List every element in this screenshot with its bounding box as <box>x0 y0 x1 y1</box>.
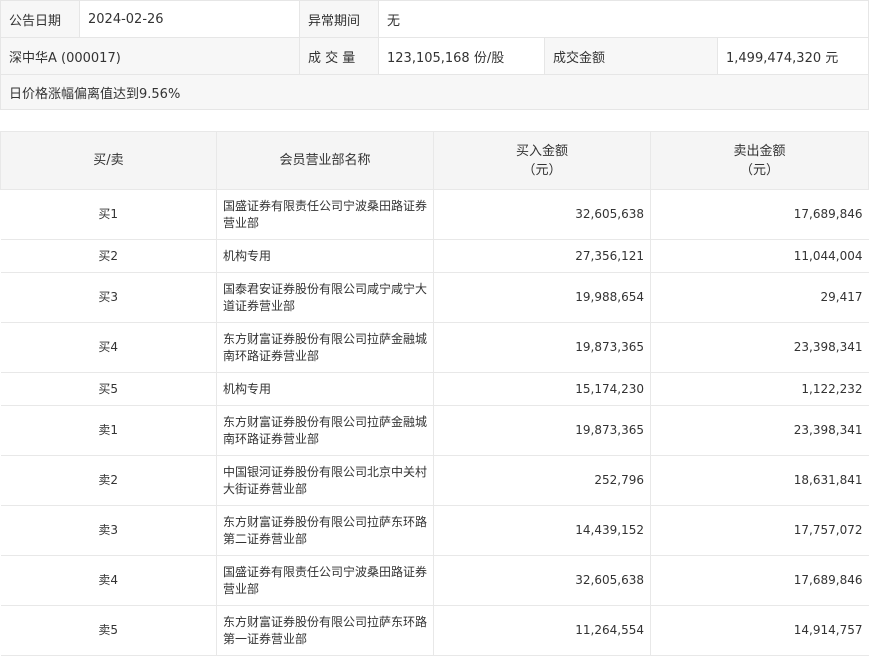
sell-amount-cell: 17,757,072 <box>650 505 869 556</box>
stock-name: 深中华A (000017) <box>0 37 300 75</box>
buy-amount-cell: 32,605,638 <box>433 555 651 606</box>
sell-amount-header-title: 卖出金额 <box>733 143 786 159</box>
broker-cell: 东方财富证券股份有限公司拉萨东环路第二证券营业部 <box>216 505 434 556</box>
page: 公告日期 2024-02-26 异常期间 无 深中华A (000017) 成 交… <box>0 0 869 667</box>
buy-amount-cell: 19,873,365 <box>433 405 651 456</box>
announcement-date-value: 2024-02-26 <box>79 0 300 38</box>
trading-seats-table: 买/卖 会员营业部名称 买入金额 （元） 卖出金额 （元） 买1 国盛证券有限责… <box>0 131 869 656</box>
table-row: 卖1 东方财富证券股份有限公司拉萨金融城南环路证券营业部 19,873,365 … <box>0 405 869 456</box>
table-header-row: 买/卖 会员营业部名称 买入金额 （元） 卖出金额 （元） <box>0 131 869 190</box>
side-cell: 买2 <box>0 239 217 273</box>
sell-amount-cell: 18,631,841 <box>650 455 869 506</box>
table-row: 买1 国盛证券有限责任公司宁波桑田路证券营业部 32,605,638 17,68… <box>0 189 869 240</box>
table-row: 买5 机构专用 15,174,230 1,122,232 <box>0 372 869 406</box>
sell-amount-cell: 14,914,757 <box>650 605 869 656</box>
sell-amount-header: 卖出金额 （元） <box>650 131 869 190</box>
buy-amount-cell: 19,873,365 <box>433 322 651 373</box>
broker-cell: 国泰君安证券股份有限公司咸宁咸宁大道证券营业部 <box>216 272 434 323</box>
side-cell: 卖1 <box>0 405 217 456</box>
broker-cell: 国盛证券有限责任公司宁波桑田路证券营业部 <box>216 555 434 606</box>
broker-cell: 中国银河证券股份有限公司北京中关村大街证券营业部 <box>216 455 434 506</box>
broker-cell: 机构专用 <box>216 239 434 273</box>
sell-amount-header-unit: （元） <box>739 162 779 178</box>
side-cell: 卖2 <box>0 455 217 506</box>
table-row: 买2 机构专用 27,356,121 11,044,004 <box>0 239 869 273</box>
buy-amount-header-unit: （元） <box>522 162 562 178</box>
volume-value: 123,105,168 份/股 <box>378 37 545 75</box>
announcement-info-table: 公告日期 2024-02-26 异常期间 无 深中华A (000017) 成 交… <box>0 0 869 110</box>
side-cell: 卖5 <box>0 605 217 656</box>
announcement-date-label: 公告日期 <box>0 0 80 38</box>
broker-cell: 机构专用 <box>216 372 434 406</box>
broker-header: 会员营业部名称 <box>216 131 434 190</box>
abnormal-period-label: 异常期间 <box>299 0 379 38</box>
side-header: 买/卖 <box>0 131 217 190</box>
info-row-reason: 日价格涨幅偏离值达到9.56% <box>0 74 869 110</box>
table-row: 卖5 东方财富证券股份有限公司拉萨东环路第一证券营业部 11,264,554 1… <box>0 605 869 656</box>
buy-amount-cell: 252,796 <box>433 455 651 506</box>
sell-amount-cell: 29,417 <box>650 272 869 323</box>
broker-cell: 国盛证券有限责任公司宁波桑田路证券营业部 <box>216 189 434 240</box>
buy-amount-cell: 11,264,554 <box>433 605 651 656</box>
abnormal-period-value: 无 <box>377 0 869 38</box>
buy-amount-cell: 19,988,654 <box>433 272 651 323</box>
table-row: 买3 国泰君安证券股份有限公司咸宁咸宁大道证券营业部 19,988,654 29… <box>0 272 869 323</box>
table-row: 卖3 东方财富证券股份有限公司拉萨东环路第二证券营业部 14,439,152 1… <box>0 505 869 556</box>
sell-amount-cell: 23,398,341 <box>650 322 869 373</box>
table-row: 卖2 中国银河证券股份有限公司北京中关村大街证券营业部 252,796 18,6… <box>0 455 869 506</box>
buy-amount-cell: 14,439,152 <box>433 505 651 556</box>
broker-cell: 东方财富证券股份有限公司拉萨东环路第一证券营业部 <box>216 605 434 656</box>
amount-value: 1,499,474,320 元 <box>716 37 869 75</box>
info-row-trade: 深中华A (000017) 成 交 量 123,105,168 份/股 成交金额… <box>0 37 869 75</box>
broker-cell: 东方财富证券股份有限公司拉萨金融城南环路证券营业部 <box>216 322 434 373</box>
buy-amount-header-title: 买入金额 <box>515 143 568 159</box>
sell-amount-cell: 17,689,846 <box>650 555 869 606</box>
info-row-date: 公告日期 2024-02-26 异常期间 无 <box>0 0 869 38</box>
buy-amount-cell: 27,356,121 <box>433 239 651 273</box>
buy-amount-cell: 32,605,638 <box>433 189 651 240</box>
side-cell: 买3 <box>0 272 217 323</box>
sell-amount-cell: 17,689,846 <box>650 189 869 240</box>
volume-label: 成 交 量 <box>299 37 379 75</box>
side-cell: 买4 <box>0 322 217 373</box>
side-cell: 买5 <box>0 372 217 406</box>
sell-amount-cell: 11,044,004 <box>650 239 869 273</box>
sell-amount-cell: 1,122,232 <box>650 372 869 406</box>
amount-label: 成交金额 <box>544 37 718 75</box>
side-cell: 买1 <box>0 189 217 240</box>
side-cell: 卖3 <box>0 505 217 556</box>
buy-amount-cell: 15,174,230 <box>433 372 651 406</box>
sell-amount-cell: 23,398,341 <box>650 405 869 456</box>
listing-reason: 日价格涨幅偏离值达到9.56% <box>0 74 869 110</box>
side-cell: 卖4 <box>0 555 217 606</box>
table-row: 买4 东方财富证券股份有限公司拉萨金融城南环路证券营业部 19,873,365 … <box>0 322 869 373</box>
buy-amount-header: 买入金额 （元） <box>433 131 651 190</box>
table-row: 卖4 国盛证券有限责任公司宁波桑田路证券营业部 32,605,638 17,68… <box>0 555 869 606</box>
broker-cell: 东方财富证券股份有限公司拉萨金融城南环路证券营业部 <box>216 405 434 456</box>
